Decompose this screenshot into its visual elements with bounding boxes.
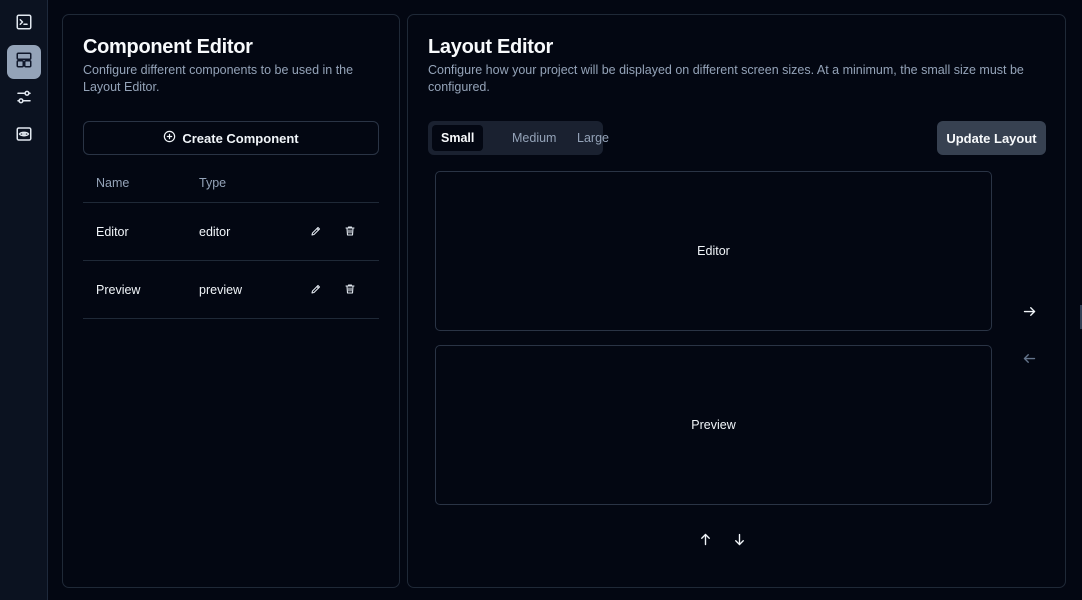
- layout-box-editor[interactable]: Editor: [435, 171, 992, 331]
- arrow-left-icon: [1022, 351, 1037, 371]
- move-down-button[interactable]: [729, 532, 749, 552]
- update-layout-button[interactable]: Update Layout: [937, 121, 1046, 155]
- arrow-right-icon: [1022, 304, 1037, 324]
- sidebar-item-layout[interactable]: [7, 45, 41, 79]
- eye-icon: [15, 125, 33, 148]
- tab-large[interactable]: Large: [568, 125, 618, 151]
- sidebar-item-settings[interactable]: [7, 82, 41, 116]
- layout-editor-description: Configure how your project will be displ…: [428, 63, 1024, 94]
- table-row: Editor editor: [83, 203, 379, 261]
- app: Component Editor Configure different com…: [0, 0, 1082, 600]
- components-table-header: Name Type: [83, 163, 379, 203]
- layout-editor-title: Layout Editor: [428, 36, 553, 58]
- sliders-icon: [15, 88, 33, 111]
- trash-icon[interactable]: [344, 224, 358, 238]
- sidebar: [0, 0, 48, 600]
- move-right-button[interactable]: [1019, 304, 1039, 324]
- tab-small[interactable]: Small: [432, 125, 484, 151]
- create-component-label: Create Component: [182, 130, 299, 146]
- component-editor-panel: Component Editor Configure different com…: [62, 14, 400, 588]
- move-up-button[interactable]: [695, 532, 715, 552]
- edit-icon[interactable]: [310, 224, 324, 238]
- move-left-button[interactable]: [1019, 351, 1039, 371]
- layout-box-preview[interactable]: Preview: [435, 345, 992, 505]
- column-header-name: Name: [96, 176, 130, 190]
- component-editor-description: Configure different components to be use…: [83, 63, 354, 94]
- arrow-down-icon: [732, 532, 747, 552]
- plus-circle-icon: [163, 130, 176, 146]
- tab-medium[interactable]: Medium: [503, 125, 565, 151]
- edit-icon[interactable]: [310, 282, 324, 296]
- layout-editor-panel: Layout Editor Configure how your project…: [407, 14, 1066, 588]
- sidebar-item-terminal[interactable]: [7, 7, 41, 41]
- trash-icon[interactable]: [344, 282, 358, 296]
- terminal-icon: [15, 13, 33, 36]
- sidebar-item-preview[interactable]: [7, 119, 41, 153]
- component-type: editor: [199, 225, 231, 239]
- create-component-button[interactable]: Create Component: [83, 121, 379, 155]
- component-name: Preview: [96, 283, 141, 297]
- component-editor-title: Component Editor: [83, 36, 253, 58]
- layout-box-label: Preview: [691, 418, 736, 432]
- arrow-up-icon: [698, 532, 713, 552]
- column-header-type: Type: [199, 176, 227, 190]
- component-type: preview: [199, 283, 243, 297]
- component-name: Editor: [96, 225, 129, 239]
- screen-size-tabs: Small Medium Large: [428, 121, 609, 155]
- table-row: Preview preview: [83, 261, 379, 319]
- layout-box-label: Editor: [697, 244, 730, 258]
- layout-icon: [15, 51, 33, 74]
